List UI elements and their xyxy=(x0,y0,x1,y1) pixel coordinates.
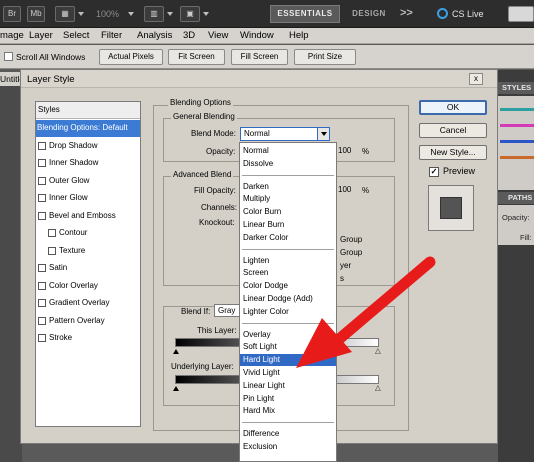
arrow-head xyxy=(296,318,352,368)
red-arrow-annotation xyxy=(296,256,436,368)
arrow-shaft xyxy=(332,256,436,346)
